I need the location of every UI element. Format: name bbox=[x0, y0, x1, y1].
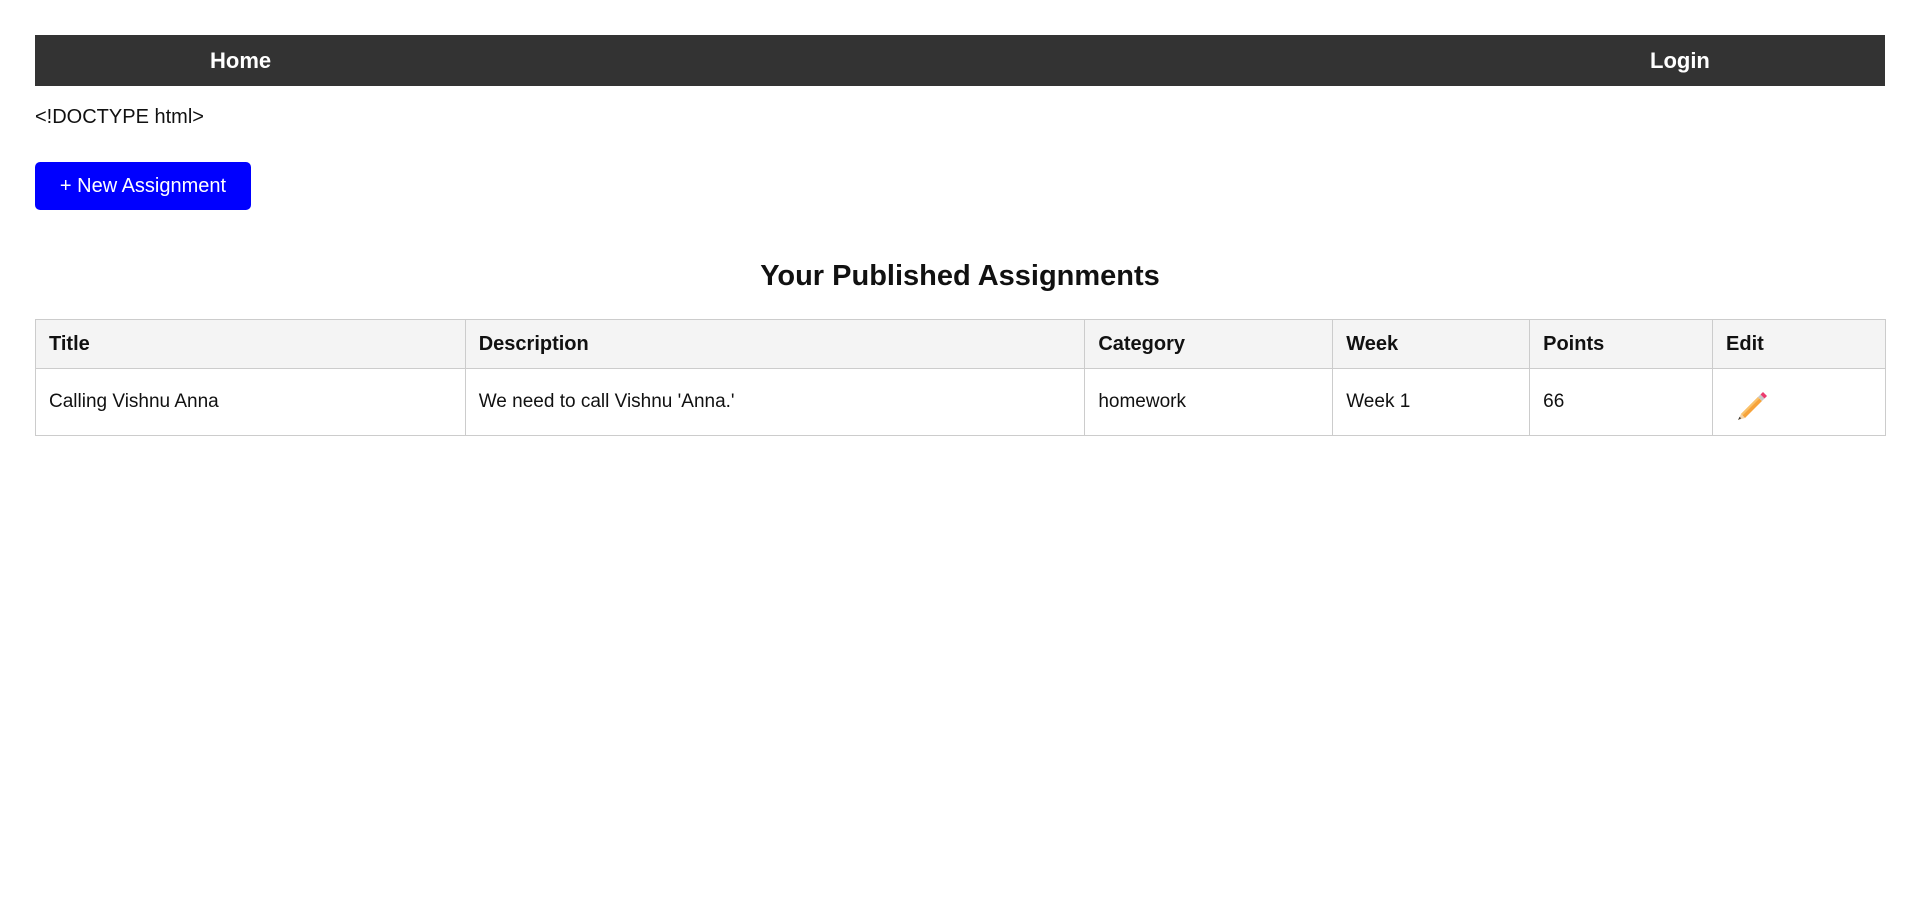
column-header-title: Title bbox=[35, 319, 466, 369]
cell-title: Calling Vishnu Anna bbox=[35, 368, 466, 436]
nav-login-link[interactable]: Login bbox=[1650, 35, 1710, 86]
page: Home Login <!DOCTYPE html> + New Assignm… bbox=[0, 0, 1912, 922]
nav-home-link[interactable]: Home bbox=[210, 35, 271, 86]
cell-points: 66 bbox=[1529, 368, 1714, 436]
page-title: Your Published Assignments bbox=[760, 260, 1160, 292]
pencil-icon[interactable] bbox=[1733, 384, 1769, 420]
column-header-points: Points bbox=[1529, 319, 1714, 369]
new-assignment-button[interactable]: + New Assignment bbox=[35, 162, 251, 210]
column-header-category: Category bbox=[1084, 319, 1334, 369]
assignments-table: Title Description Category Week Points E… bbox=[35, 319, 1886, 436]
cell-edit bbox=[1712, 368, 1886, 436]
table-row: Calling Vishnu Anna We need to call Vish… bbox=[35, 368, 1886, 436]
column-header-description: Description bbox=[464, 319, 1086, 369]
column-header-week: Week bbox=[1332, 319, 1531, 369]
column-header-edit: Edit bbox=[1712, 319, 1886, 369]
cell-category: homework bbox=[1084, 368, 1334, 436]
cell-week: Week 1 bbox=[1332, 368, 1531, 436]
table-header-row: Title Description Category Week Points E… bbox=[35, 319, 1886, 369]
cell-description: We need to call Vishnu 'Anna.' bbox=[464, 368, 1086, 436]
navbar: Home Login bbox=[35, 35, 1885, 86]
doctype-text: <!DOCTYPE html> bbox=[35, 106, 204, 128]
